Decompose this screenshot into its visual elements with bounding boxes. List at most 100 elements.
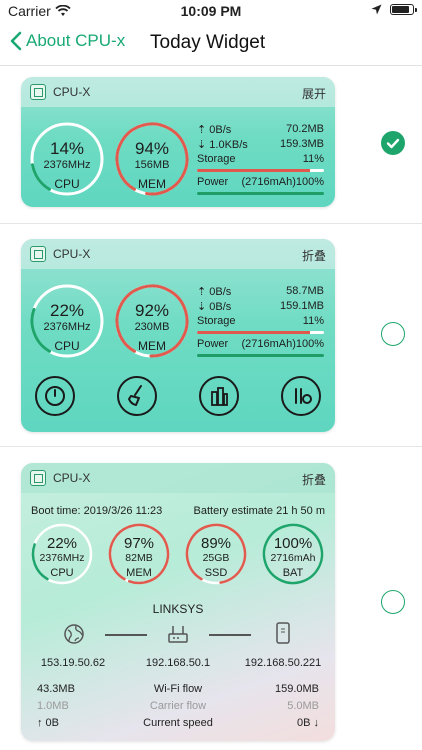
cpu-label: CPU xyxy=(54,339,80,353)
mem-used: 230MB xyxy=(134,321,170,333)
widget-app-name: CPU-X xyxy=(53,85,91,99)
page-title: Today Widget xyxy=(150,32,266,53)
device-ip: 192.168.50.221 xyxy=(244,657,322,669)
status-time: 10:09 PM xyxy=(180,3,242,19)
apps-icon[interactable] xyxy=(199,376,239,416)
status-bar: Carrier 10:09 PM xyxy=(0,0,422,22)
clean-brush-icon[interactable] xyxy=(117,376,157,416)
ssd-label: SSD xyxy=(204,567,228,579)
battery-icon xyxy=(390,4,417,15)
mem-used: 156MB xyxy=(134,159,170,171)
navigation-bar: About CPU-x Today Widget xyxy=(0,22,422,66)
mem-percent: 94% xyxy=(134,139,170,158)
router-icon xyxy=(168,626,188,643)
wifi-download-icon: ⇣ xyxy=(197,139,207,151)
unselected-radio[interactable] xyxy=(381,322,405,346)
back-button-label: About CPU-x xyxy=(26,31,126,50)
cpu-label: CPU xyxy=(54,177,80,191)
storage-bar xyxy=(197,331,324,334)
storage-percent: 11% xyxy=(302,153,324,165)
storage-label: Storage xyxy=(197,153,236,165)
mem-label: MEM xyxy=(138,339,166,353)
status-right xyxy=(371,4,417,15)
widget-option-row-3[interactable]: CPU-X 折叠 Boot time: 2019/3/26 11:23 Batt… xyxy=(0,447,422,750)
widget-toggle-label: 折叠 xyxy=(301,249,326,263)
widget-header: CPU-X 展开 xyxy=(21,77,335,107)
carrier-flow-out: 5.0MB xyxy=(287,700,319,712)
mem-percent: 97% xyxy=(123,535,155,552)
globe-icon xyxy=(64,624,84,644)
speed-icon[interactable] xyxy=(35,376,75,416)
wifi-flow-out: 159.0MB xyxy=(274,683,319,695)
mem-gauge: 92% 230MB MEM xyxy=(112,281,192,361)
widget-app-name: CPU-X xyxy=(53,247,91,261)
power-value: (2716mAh)100% xyxy=(241,338,324,350)
battery-estimate: Battery estimate 21 h 50 m xyxy=(193,505,325,517)
storage-row: Storage 11% xyxy=(197,153,324,168)
cpu-x-logo-icon xyxy=(30,470,46,486)
mem-label: MEM xyxy=(138,177,166,191)
power-label: Power xyxy=(197,176,229,188)
ssd-size: 25GB xyxy=(202,552,230,564)
selected-check-icon[interactable] xyxy=(381,131,405,155)
ssd-gauge: 89% 25GB SSD xyxy=(183,521,249,587)
power-label: Power xyxy=(197,338,229,350)
widget-app-name: CPU-X xyxy=(53,471,91,485)
unselected-radio[interactable] xyxy=(381,590,405,614)
widget-option-row-1[interactable]: CPU-X 展开 14% 2376MHz CPU 94% 156MB MEM ⇡… xyxy=(0,67,422,224)
widget-header: CPU-X 折叠 xyxy=(21,463,335,493)
cpu-gauge: 22% 2376MHz CPU xyxy=(29,521,95,587)
storage-percent: 11% xyxy=(302,315,324,327)
widget-option-row-2[interactable]: CPU-X 折叠 22% 2376MHz CPU 92% 230MB MEM ⇡… xyxy=(0,224,422,447)
boot-time: Boot time: 2019/3/26 11:23 xyxy=(31,505,163,517)
power-bar xyxy=(197,192,324,195)
mem-percent: 92% xyxy=(134,301,170,320)
mem-label: MEM xyxy=(126,567,152,579)
cpu-x-logo-icon xyxy=(30,84,46,100)
router-ip: 192.168.50.1 xyxy=(145,657,211,669)
back-button[interactable]: About CPU-x xyxy=(10,31,125,51)
ssd-percent: 89% xyxy=(200,535,232,552)
battery-label: BAT xyxy=(282,567,304,579)
cpu-gauge: 14% 2376MHz CPU xyxy=(27,119,107,199)
cpu-gauge: 22% 2376MHz CPU xyxy=(27,281,107,361)
widget-toggle-label: 折叠 xyxy=(301,473,326,487)
power-row: Power (2716mAh)100% xyxy=(197,176,324,191)
widget-toggle-label: 展开 xyxy=(301,87,326,101)
download-total: 159.1MB xyxy=(279,300,324,312)
wifi-download-icon: ⇣ xyxy=(197,301,207,313)
upload-row: ⇡ 0B/s 70.2MB xyxy=(197,123,324,138)
upload-total: 58.7MB xyxy=(286,285,324,297)
scan-icon[interactable] xyxy=(281,376,321,416)
upload-rate: 0B/s xyxy=(209,124,232,136)
phone-icon xyxy=(276,622,290,644)
power-row: Power (2716mAh)100% xyxy=(197,338,324,353)
cpu-percent: 22% xyxy=(46,535,78,552)
power-value: (2716mAh)100% xyxy=(241,176,324,188)
mem-gauge: 97% 82MB MEM xyxy=(106,521,172,587)
widget-preview-detailed: CPU-X 折叠 Boot time: 2019/3/26 11:23 Batt… xyxy=(21,463,335,741)
wifi-upload-icon: ⇡ xyxy=(197,124,207,136)
storage-bar xyxy=(197,169,324,172)
cpu-percent: 22% xyxy=(49,301,85,320)
current-speed-label: Current speed xyxy=(143,717,213,729)
network-storage-stats: ⇡ 0B/s 70.2MB ⇣ 1.0KB/s 159.3MB Storage … xyxy=(197,123,324,197)
connection-line xyxy=(105,634,147,636)
cpu-frequency: 2376MHz xyxy=(43,159,91,171)
cpu-x-logo-icon xyxy=(30,246,46,262)
cpu-percent: 14% xyxy=(49,139,85,158)
upload-total: 70.2MB xyxy=(286,123,324,135)
chevron-left-icon xyxy=(10,31,22,51)
widget-preview-compact: CPU-X 展开 14% 2376MHz CPU 94% 156MB MEM ⇡… xyxy=(21,77,335,207)
power-bar xyxy=(197,354,324,357)
download-total: 159.3MB xyxy=(279,138,324,150)
network-storage-stats: ⇡ 0B/s 58.7MB ⇣ 0B/s 159.1MB Storage 11%… xyxy=(197,285,324,359)
upload-rate: 0B/s xyxy=(209,286,232,298)
download-row: ⇣ 0B/s 159.1MB xyxy=(197,300,324,315)
mem-gauge: 94% 156MB MEM xyxy=(112,119,192,199)
storage-row: Storage 11% xyxy=(197,315,324,330)
battery-percent: 100% xyxy=(273,535,313,552)
storage-label: Storage xyxy=(197,315,236,327)
battery-gauge: 100% 2716mAh BAT xyxy=(260,521,326,587)
wifi-ssid: LINKSYS xyxy=(152,602,204,616)
